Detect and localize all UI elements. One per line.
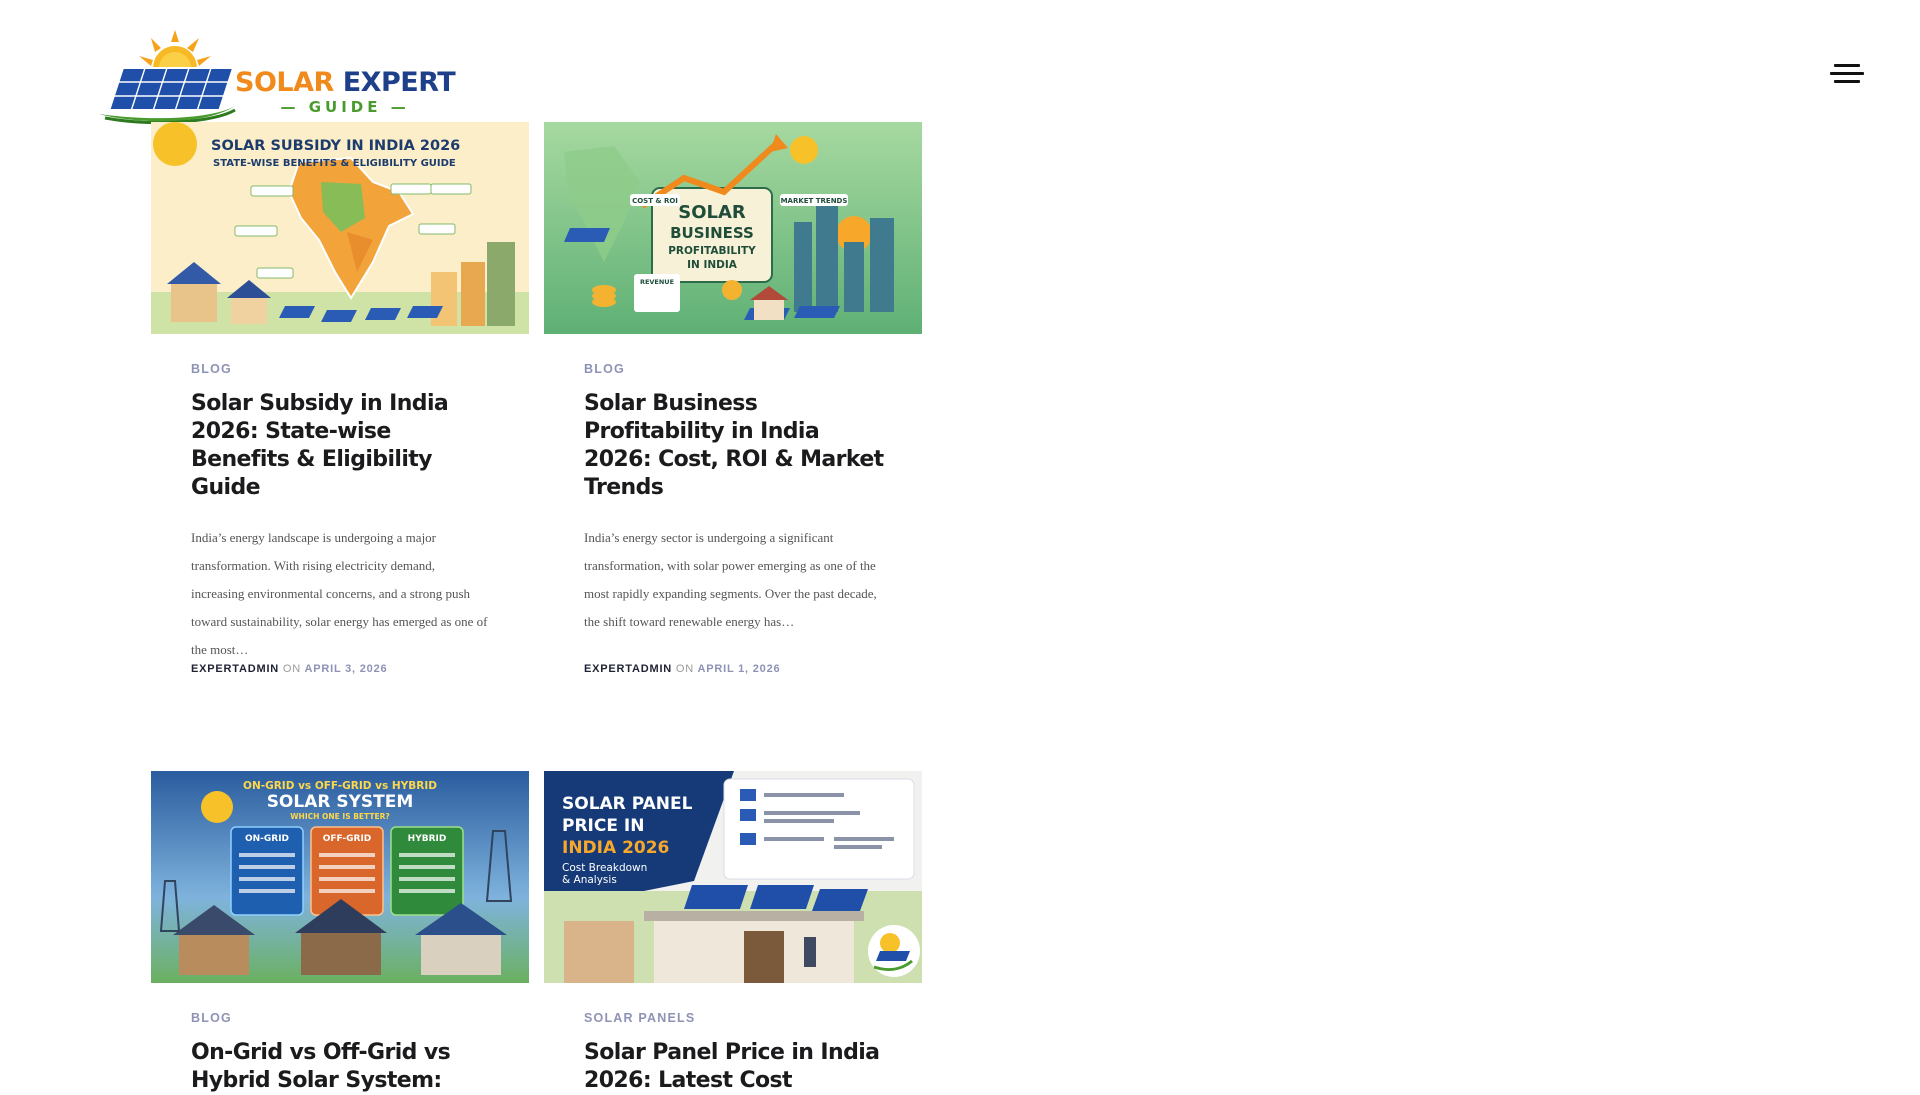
post-card: SOLAR SUBSIDY IN INDIA 2026 STATE-WISE B…: [151, 122, 529, 682]
hamburger-menu-icon[interactable]: [1830, 64, 1864, 86]
thumb-panel2: OFF-GRID: [323, 834, 372, 844]
post-thumbnail[interactable]: SOLAR BUSINESS PROFITABILITY IN INDIA CO…: [544, 122, 922, 334]
logo-wordmark: SOLAR EXPERT — GUIDE —: [235, 67, 456, 117]
post-author[interactable]: EXPERTADMIN: [191, 663, 279, 675]
thumb-line2: BUSINESS: [670, 224, 754, 242]
thumb-line4: Cost Breakdown: [562, 862, 647, 874]
post-card: SOLAR PANEL PRICE IN INDIA 2026 Cost Bre…: [544, 771, 922, 1093]
post-category[interactable]: BLOG: [191, 362, 491, 376]
thumb-tag1: COST & ROI: [632, 197, 678, 205]
post-thumbnail[interactable]: SOLAR PANEL PRICE IN INDIA 2026 Cost Bre…: [544, 771, 922, 983]
site-logo[interactable]: SOLAR EXPERT — GUIDE —: [95, 28, 456, 125]
thumb-title3: WHICH ONE IS BETTER?: [290, 812, 389, 821]
post-meta-on: ON: [675, 663, 695, 675]
post-meta-on: ON: [282, 663, 302, 675]
post-date: APRIL 3, 2026: [304, 663, 388, 675]
post-excerpt: India’s energy landscape is undergoing a…: [191, 530, 488, 657]
logo-guide-text: GUIDE: [308, 98, 382, 116]
thumb-title2: SOLAR SYSTEM: [267, 792, 414, 812]
post-meta: EXPERTADMIN ON APRIL 1, 2026: [584, 663, 780, 675]
thumb-line3: PROFITABILITY: [668, 245, 756, 257]
post-body: BLOG Solar Business Profitability in Ind…: [584, 362, 884, 636]
post-category[interactable]: BLOG: [584, 362, 884, 376]
logo-word-guide: — GUIDE —: [280, 98, 410, 116]
post-body: BLOG Solar Subsidy in India 2026: State-…: [191, 362, 491, 664]
thumb-panel1: ON-GRID: [245, 834, 289, 844]
post-title[interactable]: Solar Subsidy in India 2026: State-wise …: [191, 390, 491, 502]
post-body: BLOG On-Grid vs Off-Grid vs Hybrid Solar…: [191, 1011, 491, 1095]
post-thumbnail[interactable]: ON-GRID vs OFF-GRID vs HYBRID SOLAR SYST…: [151, 771, 529, 983]
post-date: APRIL 1, 2026: [697, 663, 781, 675]
post-title[interactable]: Solar Business Profitability in India 20…: [584, 390, 884, 502]
thumb-title1: ON-GRID vs OFF-GRID vs HYBRID: [243, 780, 437, 792]
post-card: ON-GRID vs OFF-GRID vs HYBRID SOLAR SYST…: [151, 771, 529, 1093]
sun-icon: [201, 791, 233, 823]
thumb-title: SOLAR SUBSIDY IN INDIA 2026: [211, 138, 460, 154]
site-header: SOLAR EXPERT — GUIDE —: [0, 0, 1920, 125]
thumb-line4: IN INDIA: [687, 259, 738, 271]
post-meta: EXPERTADMIN ON APRIL 3, 2026: [191, 663, 387, 675]
thumb-line5: & Analysis: [562, 874, 617, 886]
post-category[interactable]: SOLAR PANELS: [584, 1011, 884, 1025]
logo-word-solar: SOLAR: [235, 67, 334, 98]
post-excerpt: India’s energy sector is undergoing a si…: [584, 530, 877, 629]
thumb-line1: SOLAR: [678, 202, 746, 223]
logo-word-expert: EXPERT: [342, 67, 456, 98]
thumb-line3: INDIA 2026: [562, 838, 669, 858]
sun-icon: [880, 933, 900, 953]
post-title[interactable]: Solar Panel Price in India 2026: Latest …: [584, 1039, 884, 1095]
post-body: SOLAR PANELS Solar Panel Price in India …: [584, 1011, 884, 1095]
thumb-tag3: REVENUE: [640, 278, 674, 286]
post-card: SOLAR BUSINESS PROFITABILITY IN INDIA CO…: [544, 122, 922, 682]
sun-icon: [153, 122, 197, 166]
thumb-tag2: MARKET TRENDS: [781, 197, 848, 205]
thumb-subtitle: STATE-WISE BENEFITS & ELIGIBILITY GUIDE: [213, 158, 456, 169]
post-title[interactable]: On-Grid vs Off-Grid vs Hybrid Solar Syst…: [191, 1039, 491, 1095]
thumb-line2: PRICE IN: [562, 816, 644, 836]
thumb-line1: SOLAR PANEL: [562, 794, 693, 814]
post-category[interactable]: BLOG: [191, 1011, 491, 1025]
post-author[interactable]: EXPERTADMIN: [584, 663, 672, 675]
post-thumbnail[interactable]: SOLAR SUBSIDY IN INDIA 2026 STATE-WISE B…: [151, 122, 529, 334]
thumb-panel3: HYBRID: [408, 834, 447, 844]
sun-icon: [790, 136, 818, 164]
